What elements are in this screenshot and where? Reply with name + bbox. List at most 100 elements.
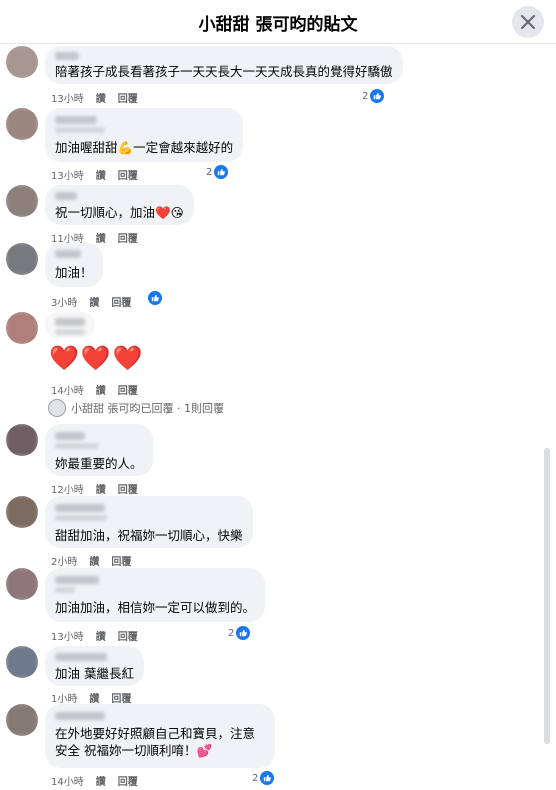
reaction-count[interactable]: 2	[228, 626, 251, 640]
reply-button[interactable]: 回覆	[111, 690, 131, 705]
like-button[interactable]: 讚	[89, 294, 99, 309]
thumbs-up-icon	[260, 771, 275, 785]
reply-summary: 小甜甜 張可昀已回覆 · 1則回覆	[71, 402, 224, 415]
author-name[interactable]	[55, 432, 85, 440]
scrollbar[interactable]	[544, 448, 550, 744]
reply-button[interactable]: 回覆	[118, 167, 138, 182]
comment-text: 祝一切順心，加油❤️😘	[55, 205, 184, 220]
author-name[interactable]	[55, 576, 99, 584]
view-replies-link[interactable]: 小甜甜 張可昀已回覆 · 1則回覆	[48, 399, 224, 417]
like-button[interactable]: 讚	[96, 382, 106, 397]
comment-meta: 13小時 讚 回覆	[51, 167, 138, 182]
author-name-area	[45, 312, 95, 338]
comment-bubble: 加油 葉繼長紅	[45, 646, 144, 686]
comment-meta: 13小時 讚 回覆	[51, 628, 138, 643]
timestamp[interactable]: 13小時	[51, 90, 84, 105]
avatar[interactable]	[6, 46, 38, 78]
author-name[interactable]	[55, 52, 79, 60]
reaction-count[interactable]: 2	[252, 771, 275, 785]
thumbs-up-icon	[236, 626, 251, 640]
thumbs-up-icon	[370, 89, 385, 103]
like-count: 2	[228, 627, 235, 639]
comment-meta: 2小時 讚 回覆	[51, 553, 131, 568]
author-name[interactable]	[55, 318, 85, 326]
comment-bubble: 妳最重要的人。	[45, 424, 153, 476]
reply-button[interactable]: 回覆	[111, 553, 131, 568]
reaction-count[interactable]: 2	[362, 89, 385, 103]
comment-text: 加油加油，相信妳一定可以做到的。	[55, 600, 256, 615]
avatar[interactable]	[6, 704, 38, 736]
comment-text: 妳最重要的人。	[55, 456, 143, 471]
like-button[interactable]: 讚	[96, 230, 106, 245]
comment-meta: 13小時 讚 回覆	[51, 90, 138, 105]
author-name[interactable]	[55, 192, 77, 200]
avatar[interactable]	[6, 424, 38, 456]
author-name[interactable]	[55, 653, 107, 661]
comment-text: 加油喔甜甜💪一定會越來越好的	[55, 140, 234, 155]
comment-text: 加油 葉繼長紅	[55, 666, 134, 681]
author-name[interactable]	[55, 116, 97, 124]
comment-text: 陪著孩子成長看著孩子一天天長大一天天成長真的覺得好驕傲	[55, 64, 393, 79]
timestamp[interactable]: 2小時	[51, 553, 77, 568]
author-name[interactable]	[55, 504, 105, 512]
reaction-count[interactable]	[148, 291, 162, 305]
like-button[interactable]: 讚	[96, 628, 106, 643]
like-count: 2	[252, 772, 259, 784]
like-button[interactable]: 讚	[96, 90, 106, 105]
reply-button[interactable]: 回覆	[118, 382, 138, 397]
like-button[interactable]: 讚	[96, 773, 106, 788]
comment-bubble: 加油！	[45, 243, 103, 287]
timestamp[interactable]: 1小時	[51, 690, 77, 705]
author-name[interactable]	[55, 712, 105, 720]
thumbs-up-icon	[148, 291, 162, 305]
reply-button[interactable]: 回覆	[118, 628, 138, 643]
timestamp[interactable]: 14小時	[51, 382, 84, 397]
reply-button[interactable]: 回覆	[118, 230, 138, 245]
comment-meta: 14小時 讚 回覆	[51, 773, 138, 788]
comment-bubble: 加油喔甜甜💪一定會越來越好的	[45, 108, 244, 162]
author-avatar-small	[48, 399, 66, 417]
dialog-header: 小甜甜 張可昀的貼文	[0, 0, 556, 44]
comment-bubble: 祝一切順心，加油❤️😘	[45, 185, 194, 225]
avatar[interactable]	[6, 185, 38, 217]
close-button[interactable]	[512, 6, 544, 38]
comment-text: 甜甜加油，祝福妳一切順心，快樂	[55, 528, 243, 543]
comment-bubble: 甜甜加油，祝福妳一切順心，快樂	[45, 496, 253, 548]
comment-meta: 12小時 讚 回覆	[51, 481, 138, 496]
timestamp[interactable]: 12小時	[51, 481, 84, 496]
comment-bubble: 在外地要好好照顧自己和寶貝，注意安全 祝福妳一切順利唷！💕	[45, 704, 275, 768]
comment-text: 在外地要好好照顧自己和寶貝，注意安全 祝福妳一切順利唷！💕	[55, 726, 256, 758]
timestamp[interactable]: 13小時	[51, 628, 84, 643]
like-count: 2	[362, 90, 369, 102]
reply-button[interactable]: 回覆	[118, 481, 138, 496]
comment-bubble: 加油加油，相信妳一定可以做到的。	[45, 568, 266, 622]
timestamp[interactable]: 3小時	[51, 294, 77, 309]
comment-meta: 1小時 讚 回覆	[51, 690, 131, 705]
post-title: 小甜甜 張可昀的貼文	[198, 15, 358, 35]
author-name[interactable]	[55, 250, 81, 258]
comment-meta: 14小時 讚 回覆	[51, 382, 138, 397]
avatar[interactable]	[6, 243, 38, 275]
timestamp[interactable]: 13小時	[51, 167, 84, 182]
comment-bubble: 陪著孩子成長看著孩子一天天長大一天天成長真的覺得好驕傲	[45, 46, 403, 84]
avatar[interactable]	[6, 312, 38, 344]
reply-button[interactable]: 回覆	[111, 294, 131, 309]
reply-button[interactable]: 回覆	[118, 773, 138, 788]
comment-meta: 3小時 讚 回覆	[51, 294, 131, 309]
like-count: 2	[206, 166, 213, 178]
like-button[interactable]: 讚	[96, 167, 106, 182]
reaction-count[interactable]: 2	[206, 165, 229, 179]
like-button[interactable]: 讚	[96, 481, 106, 496]
comment-text: 加油！	[55, 265, 93, 280]
comment-text: ❤️❤️❤️	[49, 344, 145, 372]
avatar[interactable]	[6, 108, 38, 140]
avatar[interactable]	[6, 496, 38, 528]
like-button[interactable]: 讚	[89, 553, 99, 568]
like-button[interactable]: 讚	[89, 690, 99, 705]
avatar[interactable]	[6, 646, 38, 678]
close-icon	[521, 15, 535, 29]
thumbs-up-icon	[214, 165, 229, 179]
timestamp[interactable]: 14小時	[51, 773, 84, 788]
avatar[interactable]	[6, 568, 38, 600]
reply-button[interactable]: 回覆	[118, 90, 138, 105]
